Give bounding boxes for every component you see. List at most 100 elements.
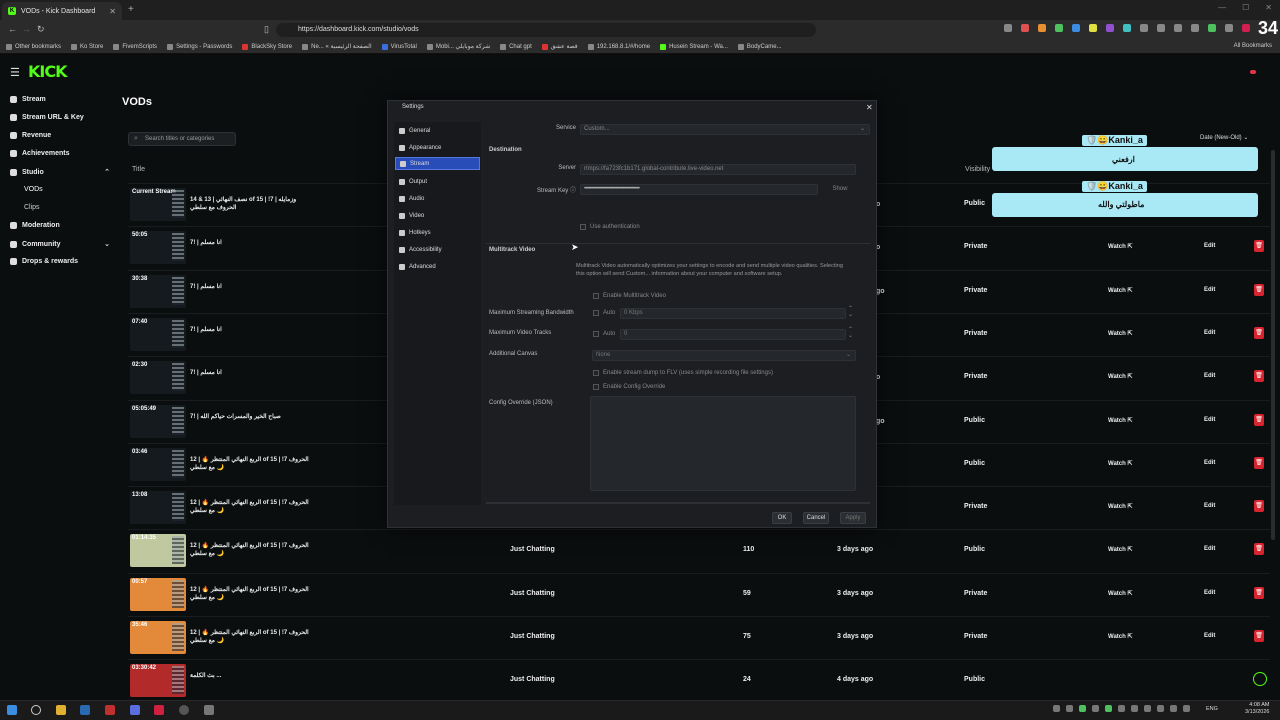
delete-icon[interactable]: 🗑: [1254, 630, 1264, 642]
vod-thumbnail[interactable]: 03:46: [130, 447, 186, 481]
ok-button[interactable]: OK: [772, 512, 792, 524]
max-tracks-field[interactable]: 0: [620, 329, 846, 340]
settings-nav-audio[interactable]: Audio: [398, 192, 479, 205]
max-tracks-auto-checkbox[interactable]: Auto: [593, 331, 615, 337]
delete-icon[interactable]: 🗑: [1254, 370, 1264, 383]
settings-nav-advanced[interactable]: Advanced: [398, 260, 479, 273]
spinner-icon[interactable]: ⌃ ⌄: [848, 327, 853, 339]
watch-button[interactable]: Watch ⇱: [1108, 243, 1132, 250]
edit-button[interactable]: Edit: [1204, 330, 1215, 336]
vod-thumbnail[interactable]: Current Stream: [130, 188, 186, 221]
settings-nav-accessibility[interactable]: Accessibility: [398, 243, 479, 256]
all-bookmarks[interactable]: All Bookmarks: [1234, 43, 1272, 49]
server-field[interactable]: rtmps://fa723fc1b171.global-contribute.l…: [580, 164, 856, 175]
settings-nav-appearance[interactable]: Appearance: [398, 141, 479, 154]
address-bar[interactable]: https://dashboard.kick.com/studio/vods: [276, 23, 816, 37]
sidebar-item-drops-rewards[interactable]: Drops & rewards: [10, 258, 110, 265]
sidebar-item-achievements[interactable]: Achievements: [10, 150, 110, 157]
steam-icon[interactable]: [80, 705, 90, 715]
watch-button[interactable]: Watch ⇱: [1108, 287, 1132, 294]
delete-icon[interactable]: 🗑: [1254, 586, 1264, 599]
edit-button[interactable]: Edit: [1204, 503, 1215, 509]
new-tab-icon[interactable]: +: [128, 4, 134, 15]
config-override-textarea[interactable]: [590, 396, 856, 491]
app-icon[interactable]: [204, 705, 214, 715]
service-select[interactable]: Custom... ⌄: [580, 124, 870, 135]
watch-button[interactable]: Watch ⇱: [1108, 330, 1132, 337]
vod-thumbnail[interactable]: 03:30:42: [130, 664, 186, 698]
vod-thumbnail[interactable]: 13:08: [130, 491, 186, 525]
sidebar-item-studio[interactable]: Studio ⌃: [10, 168, 110, 176]
vod-thumbnail[interactable]: 35:46: [130, 621, 186, 654]
watch-button[interactable]: Watch ⇱: [1108, 460, 1132, 467]
vod-row[interactable]: 00:57 الربع النهائي المنتظر 🔥 | 12 of 15 …: [128, 572, 1270, 616]
close-icon[interactable]: ✕: [866, 103, 873, 112]
edit-button[interactable]: Edit: [1204, 373, 1215, 379]
search-icon[interactable]: [31, 705, 41, 715]
bookmark[interactable]: Ko Store: [71, 43, 103, 50]
bookmark[interactable]: 192.168.8.1/#/home: [587, 43, 650, 50]
bookmark[interactable]: Ne... « الصفحة الرئيسية: [302, 43, 372, 50]
sidebar-item-community[interactable]: Community ⌄: [10, 240, 110, 248]
delete-icon[interactable]: 🗑: [1254, 326, 1264, 339]
close-tab-icon[interactable]: ✕: [109, 7, 116, 16]
search-input[interactable]: Search titles or categories: [128, 132, 236, 146]
vod-row[interactable]: 35:46 الربع النهائي المنتظر 🔥 | 12 of 15 …: [128, 616, 1270, 659]
menu-icon[interactable]: ☰: [10, 66, 20, 79]
system-tray[interactable]: [1053, 705, 1190, 712]
close-window-icon[interactable]: ✕: [1265, 3, 1272, 12]
watch-button[interactable]: Watch ⇱: [1108, 633, 1132, 640]
bookmark[interactable]: VirusTotal: [381, 43, 417, 50]
watch-button[interactable]: Watch ⇱: [1108, 546, 1132, 553]
obs-icon[interactable]: [179, 705, 189, 715]
delete-icon[interactable]: 🗑: [1254, 413, 1264, 426]
settings-nav-stream[interactable]: Stream: [395, 157, 480, 170]
bookmark[interactable]: FivemScripts: [113, 43, 157, 50]
cancel-button[interactable]: Cancel: [803, 512, 829, 524]
settings-nav-video[interactable]: Video: [398, 209, 479, 222]
vod-thumbnail[interactable]: 01:14:35: [130, 534, 186, 568]
max-bandwidth-auto-checkbox[interactable]: Auto: [593, 310, 615, 316]
edit-button[interactable]: Edit: [1204, 243, 1215, 249]
enable-multitrack-checkbox[interactable]: Enable Multitrack Video: [593, 293, 666, 299]
vod-thumbnail[interactable]: 07:40: [130, 317, 186, 351]
clock[interactable]: 4:08 AM 3/13/2026: [1245, 702, 1269, 716]
forward-icon[interactable]: →: [22, 24, 31, 34]
window-controls[interactable]: — ☐ ✕: [1218, 3, 1272, 12]
extension-icons[interactable]: [1004, 24, 1250, 32]
spinner-icon[interactable]: ⌃ ⌄: [848, 306, 853, 318]
delete-icon[interactable]: 🗑: [1254, 240, 1264, 253]
watch-button[interactable]: Watch ⇱: [1108, 503, 1132, 510]
vod-thumbnail[interactable]: 05:05:49: [130, 404, 186, 438]
edit-button[interactable]: Edit: [1204, 590, 1215, 596]
bookmark[interactable]: Mobi... شركة موبايلي: [426, 43, 490, 50]
use-authentication-checkbox[interactable]: Use authentication: [580, 224, 640, 230]
delete-icon[interactable]: 🗑: [1254, 500, 1264, 513]
edit-button[interactable]: Edit: [1204, 546, 1215, 552]
additional-canvas-select[interactable]: None ⌄: [592, 350, 856, 361]
stream-key-field[interactable]: ••••••••••••••••••••••••••••••••••••••••…: [580, 184, 818, 195]
settings-nav-hotkeys[interactable]: Hotkeys: [398, 226, 479, 239]
watch-button[interactable]: Watch ⇱: [1108, 373, 1132, 380]
sidebar-item-stream-url-key[interactable]: Stream URL & Key: [10, 114, 110, 121]
delete-icon[interactable]: 🗑: [1254, 283, 1264, 296]
max-bandwidth-field[interactable]: 0 Kbps: [620, 308, 846, 319]
bookmark[interactable]: Chat gpt: [500, 43, 532, 50]
sidebar-item-vods[interactable]: VODs: [24, 186, 124, 193]
bookmark[interactable]: Husein Stream - Wa...: [660, 43, 728, 50]
edit-button[interactable]: Edit: [1204, 460, 1215, 466]
kick-logo[interactable]: KICK: [28, 62, 67, 81]
scrollbar[interactable]: [1271, 150, 1275, 540]
windows-start-icon[interactable]: [7, 705, 17, 715]
sort-select[interactable]: Date (New-Old) ⌄: [1200, 134, 1248, 141]
bookmark[interactable]: قصة عشق: [541, 43, 578, 50]
bookmark[interactable]: BodyCame...: [737, 43, 782, 50]
maximize-icon[interactable]: ☐: [1242, 3, 1249, 12]
vod-row[interactable]: 03:30:42 بث الكلمة ... Just Chatting 24 4 da…: [128, 659, 1270, 702]
vod-thumbnail[interactable]: 00:57: [130, 577, 186, 611]
sidebar-item-clips[interactable]: Clips: [24, 204, 124, 211]
bookmark[interactable]: Other bookmarks: [6, 43, 61, 50]
notification-indicator[interactable]: [1250, 70, 1256, 74]
sidebar-item-moderation[interactable]: Moderation: [10, 222, 110, 229]
app-icon[interactable]: [154, 705, 164, 715]
